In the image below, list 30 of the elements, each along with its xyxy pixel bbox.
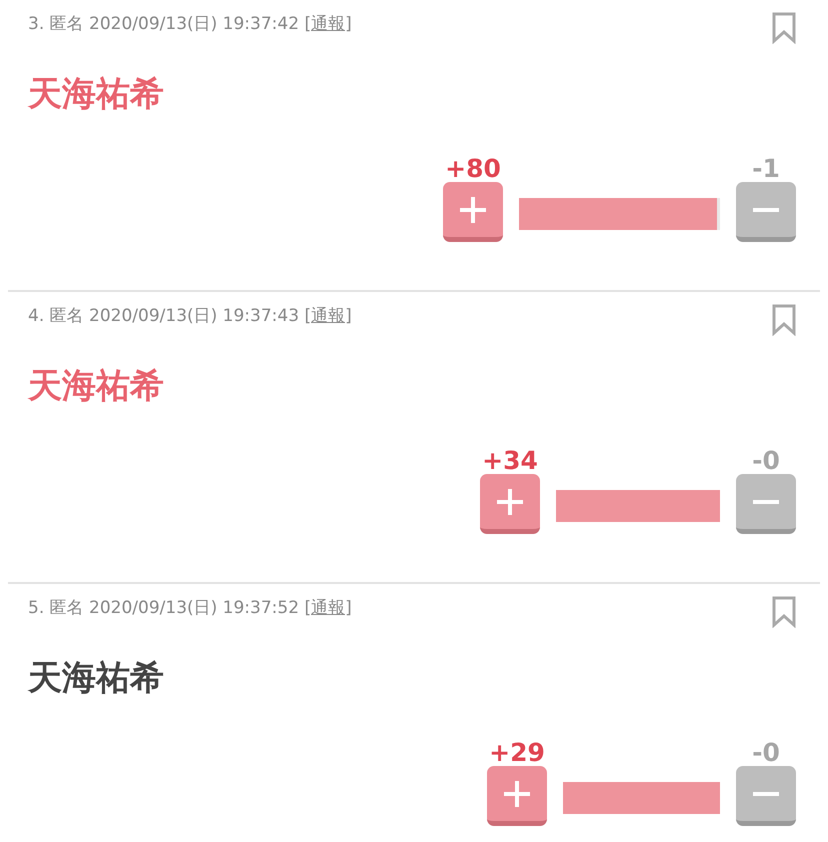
post-title: 天海祐希 xyxy=(28,366,165,407)
minus-icon xyxy=(751,792,781,796)
plus-count: +34 xyxy=(482,446,538,474)
minus-icon xyxy=(751,500,781,504)
plus-icon xyxy=(495,486,525,517)
post-title: 天海祐希 xyxy=(28,658,165,699)
report-link[interactable]: [通報] xyxy=(304,598,352,618)
bookmark-icon[interactable] xyxy=(772,596,796,628)
plus-icon xyxy=(458,194,488,225)
report-link[interactable]: [通報] xyxy=(304,14,352,34)
minus-button[interactable] xyxy=(736,766,796,826)
post-meta: 3. 匿名 2020/09/13(日) 19:37:42 xyxy=(28,14,300,34)
bookmark-icon[interactable] xyxy=(772,304,796,336)
plus-button[interactable] xyxy=(443,182,503,242)
bookmark-icon[interactable] xyxy=(772,12,796,44)
plus-count: +80 xyxy=(445,154,501,182)
minus-button[interactable] xyxy=(736,182,796,242)
plus-icon xyxy=(502,778,532,809)
post-meta: 4. 匿名 2020/09/13(日) 19:37:43 xyxy=(28,306,300,326)
minus-icon xyxy=(751,208,781,212)
minus-count: -0 xyxy=(752,738,780,766)
minus-count: -1 xyxy=(752,154,780,182)
plus-button[interactable] xyxy=(480,474,540,534)
report-link[interactable]: [通報] xyxy=(304,306,352,326)
post-title: 天海祐希 xyxy=(28,74,165,115)
plus-count: +29 xyxy=(489,738,545,766)
plus-button[interactable] xyxy=(487,766,547,826)
minus-button[interactable] xyxy=(736,474,796,534)
minus-count: -0 xyxy=(752,446,780,474)
post-meta: 5. 匿名 2020/09/13(日) 19:37:52 xyxy=(28,598,300,618)
